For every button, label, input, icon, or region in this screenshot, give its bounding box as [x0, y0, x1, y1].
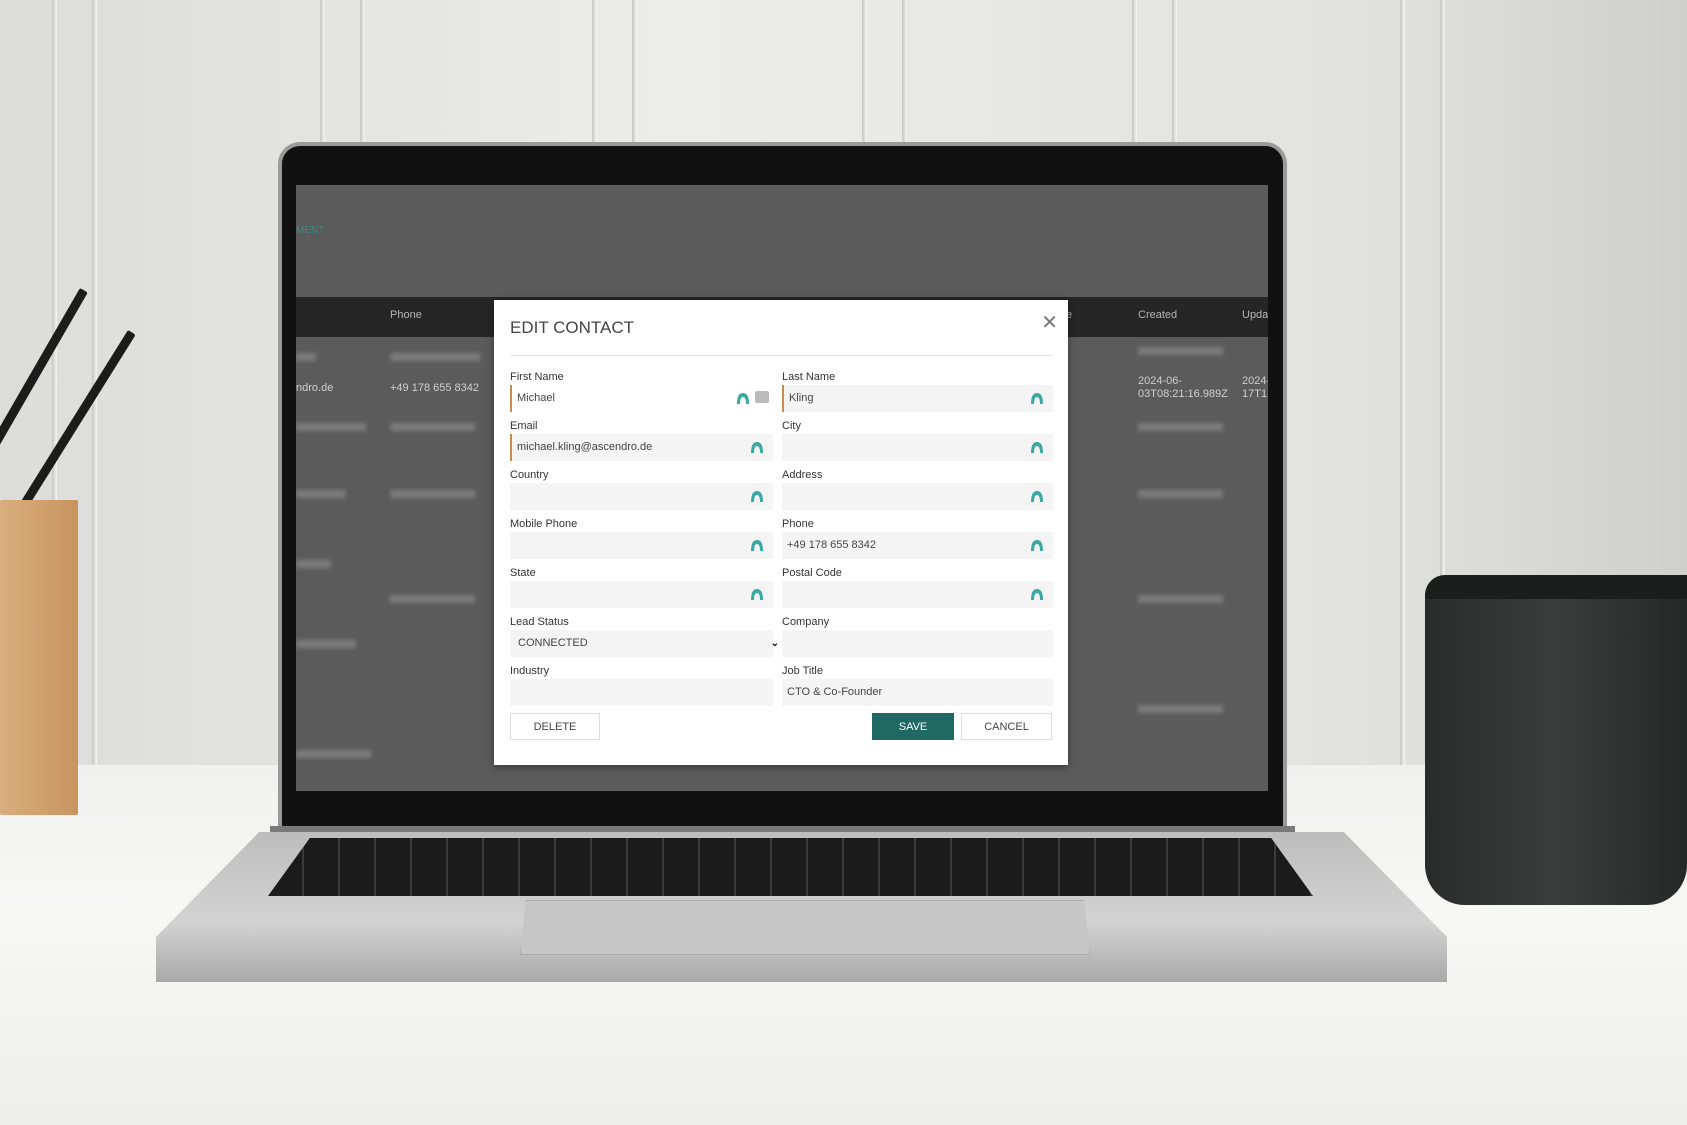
keyboard — [268, 838, 1313, 896]
blurred-cell — [296, 750, 371, 758]
pencil-holder — [0, 500, 78, 815]
contact-form: First Name Michael Last Name Kling Email mich… — [510, 366, 1053, 709]
blurred-cell — [296, 560, 331, 568]
cell-updated: 17T1 — [1242, 388, 1268, 400]
mobile-phone-label: Mobile Phone — [510, 518, 578, 530]
cell-created: 03T08:21:16.989Z — [1138, 388, 1228, 400]
field-postal-code: Postal Code — [782, 562, 1053, 611]
last-name-label: Last Name — [782, 371, 836, 383]
field-email: Email michael.kling@ascendro.de — [510, 415, 773, 464]
autofill-icon[interactable] — [749, 439, 765, 455]
phone-value: +49 178 655 8342 — [787, 539, 877, 551]
autofill-icon[interactable] — [749, 586, 765, 602]
autofill-icon[interactable] — [749, 537, 765, 553]
autofill-icon[interactable] — [1029, 439, 1045, 455]
email-input[interactable]: michael.kling@ascendro.de — [510, 434, 773, 461]
job-title-label: Job Title — [782, 665, 823, 677]
last-name-value: Kling — [789, 392, 814, 404]
cell-email: ndro.de — [296, 382, 334, 394]
postal-code-label: Postal Code — [782, 567, 842, 579]
blurred-cell — [296, 640, 356, 648]
job-title-value: CTO & Co-Founder — [787, 686, 883, 698]
postal-code-input[interactable] — [782, 581, 1053, 608]
keyboard-icon[interactable] — [755, 391, 769, 403]
first-name-input[interactable]: Michael — [510, 385, 773, 412]
field-lead-status: Lead Status CONNECTED ⌄ — [510, 611, 779, 660]
blurred-cell — [296, 353, 316, 361]
blurred-cell — [1138, 595, 1223, 603]
lead-status-label: Lead Status — [510, 616, 569, 628]
city-input[interactable] — [782, 434, 1053, 461]
chevron-down-icon: ⌄ — [770, 638, 779, 649]
lead-status-value: CONNECTED — [518, 637, 588, 649]
phone-label: Phone — [782, 518, 814, 530]
field-industry: Industry — [510, 660, 773, 709]
autofill-icon[interactable] — [1029, 537, 1045, 553]
lead-status-select[interactable]: CONNECTED ⌄ — [510, 630, 779, 657]
nav-link[interactable]: MENT — [296, 225, 324, 236]
first-name-value: Michael — [517, 392, 555, 404]
autofill-icon[interactable] — [1029, 390, 1045, 406]
field-phone: Phone +49 178 655 8342 — [782, 513, 1053, 562]
company-label: Company — [782, 616, 830, 628]
cell-updated: 2024- — [1242, 375, 1268, 387]
blurred-cell — [390, 353, 480, 361]
edit-contact-dialog: EDIT CONTACT ✕ First Name Michael Last Nam… — [494, 300, 1068, 765]
field-mobile-phone: Mobile Phone — [510, 513, 773, 562]
job-title-input[interactable]: CTO & Co-Founder — [782, 679, 1053, 706]
autofill-icon[interactable] — [735, 390, 751, 406]
field-country: Country — [510, 464, 773, 513]
field-state: State — [510, 562, 773, 611]
autofill-icon[interactable] — [749, 488, 765, 504]
blurred-cell — [296, 490, 346, 498]
cancel-button[interactable]: CANCEL — [961, 713, 1052, 740]
address-input[interactable] — [782, 483, 1053, 510]
blurred-cell — [1138, 347, 1223, 355]
country-label: Country — [510, 469, 549, 481]
dialog-actions: DELETE SAVE CANCEL — [510, 713, 1052, 743]
blurred-cell — [1138, 423, 1223, 431]
phone-input[interactable]: +49 178 655 8342 — [782, 532, 1053, 559]
autofill-icon[interactable] — [1029, 586, 1045, 602]
address-label: Address — [782, 469, 823, 481]
mobile-phone-input[interactable] — [510, 532, 773, 559]
email-label: Email — [510, 420, 538, 432]
field-address: Address — [782, 464, 1053, 513]
blurred-cell — [1138, 705, 1223, 713]
first-name-label: First Name — [510, 371, 564, 383]
trackpad — [520, 900, 1090, 955]
column-header-phone[interactable]: Phone — [390, 309, 422, 321]
delete-button[interactable]: DELETE — [510, 713, 600, 740]
mug — [1425, 575, 1687, 905]
column-header-created[interactable]: Created — [1138, 309, 1177, 321]
autofill-icon[interactable] — [1029, 488, 1045, 504]
field-city: City — [782, 415, 1053, 464]
last-name-input[interactable]: Kling — [782, 385, 1053, 412]
industry-input[interactable] — [510, 679, 773, 706]
mug-rim — [1425, 575, 1687, 599]
field-company: Company — [782, 611, 1053, 660]
state-label: State — [510, 567, 536, 579]
country-input[interactable] — [510, 483, 773, 510]
save-button[interactable]: SAVE — [872, 713, 954, 740]
blurred-cell — [296, 423, 366, 431]
wall-panel-line — [1400, 0, 1405, 770]
cell-created: 2024-06- — [1138, 375, 1183, 387]
blurred-cell — [390, 595, 475, 603]
city-label: City — [782, 420, 801, 432]
cell-phone: +49 178 655 8342 — [390, 382, 480, 394]
field-first-name: First Name Michael — [510, 366, 773, 415]
blurred-cell — [390, 423, 475, 431]
state-input[interactable] — [510, 581, 773, 608]
company-input[interactable] — [782, 630, 1053, 657]
email-value: michael.kling@ascendro.de — [517, 441, 653, 453]
industry-label: Industry — [510, 665, 550, 677]
field-last-name: Last Name Kling — [782, 366, 1053, 415]
blurred-cell — [1138, 490, 1223, 498]
field-job-title: Job Title CTO & Co-Founder — [782, 660, 1053, 709]
dialog-title: EDIT CONTACT — [510, 314, 1052, 356]
column-header-updated[interactable]: Upda — [1242, 309, 1268, 321]
close-icon[interactable]: ✕ — [1041, 310, 1058, 335]
blurred-cell — [390, 490, 475, 498]
